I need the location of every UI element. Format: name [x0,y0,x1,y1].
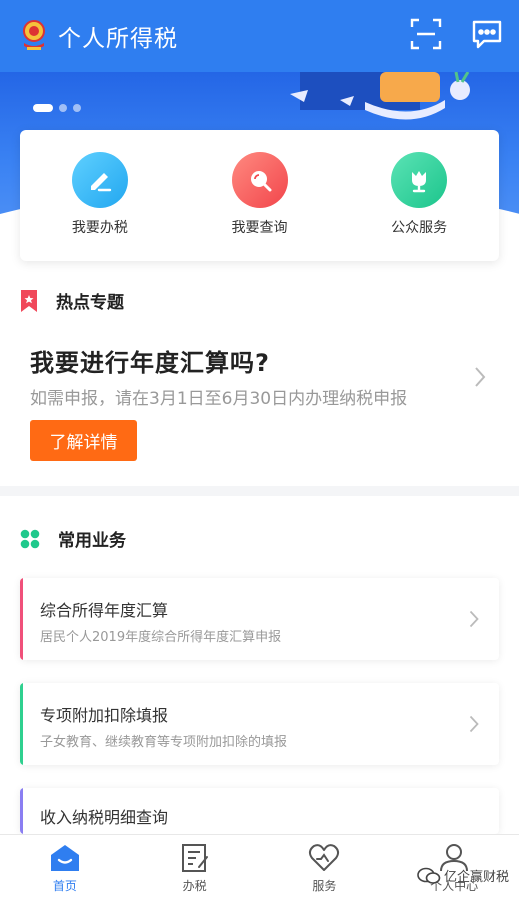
carousel-indicator[interactable] [33,104,81,112]
bookmark-icon [21,289,37,312]
quick-action-public-service[interactable]: 公众服务 [339,130,499,261]
service-card-title: 收入纳税明细查询 [40,808,169,827]
hot-topics-title: 热点专题 [56,293,124,313]
heart-icon [309,844,340,871]
wechat-icon [417,867,441,884]
hot-topic-subtitle: 如需申报，请在3月1日至6月30日内办理纳税申报 [30,389,408,409]
card-accent-bar [20,683,23,765]
service-card-income-query[interactable]: 收入纳税明细查询 [20,788,499,834]
app-title: 个人所得税 [58,26,178,52]
quick-actions-card: 我要办税 我要查询 公众服务 [20,130,499,261]
card-accent-bar [20,788,23,834]
clover-icon [20,529,40,548]
service-card-title: 专项附加扣除填报 [40,706,169,725]
scan-icon[interactable] [409,17,443,51]
nav-tax[interactable]: 办税 [130,835,260,900]
service-card-annual-settlement[interactable]: 综合所得年度汇算 居民个人2019年度综合所得年度汇算申报 [20,578,499,660]
quick-action-file-tax[interactable]: 我要办税 [20,130,180,261]
common-services-header: 常用业务 [20,526,126,551]
quick-action-label: 我要办税 [71,220,128,236]
service-card-special-deduction[interactable]: 专项附加扣除填报 子女教育、继续教育等专项附加扣除的填报 [20,683,499,765]
chevron-right-icon[interactable] [474,366,486,392]
card-accent-bar [20,578,23,660]
quick-action-label: 我要查询 [231,220,288,236]
search-icon [231,152,288,208]
carousel-dot[interactable] [73,104,81,112]
watermark: 亿企赢财税 [417,866,509,885]
nav-home[interactable]: 首页 [0,835,130,900]
nav-label: 办税 [182,879,207,893]
tax-emblem-logo [18,19,50,53]
hot-topics-header: 热点专题 [20,288,124,313]
banner-illustration [290,72,470,120]
watermark-text: 亿企赢财税 [444,870,510,885]
learn-more-button[interactable]: 了解详情 [30,420,137,461]
nav-label: 首页 [52,879,77,893]
chevron-right-icon [469,610,479,632]
hot-topic-headline[interactable]: 我要进行年度汇算吗? [30,343,270,378]
service-card-subtitle: 居民个人2019年度综合所得年度汇算申报 [40,630,282,645]
home-icon [50,845,79,871]
carousel-dot-active[interactable] [33,104,53,112]
quick-action-label: 公众服务 [391,220,448,236]
form-icon [181,844,208,872]
chevron-right-icon [469,715,479,737]
service-card-subtitle: 子女教育、继续教育等专项附加扣除的填报 [40,735,288,750]
message-icon[interactable] [470,17,504,51]
tulip-icon [391,152,448,208]
nav-service[interactable]: 服务 [260,835,390,900]
section-divider [0,486,519,496]
edit-icon [71,152,128,208]
app-header: 个人所得税 [0,0,519,72]
nav-label: 服务 [312,879,337,893]
service-card-title: 综合所得年度汇算 [40,601,169,620]
common-services-title: 常用业务 [58,531,126,551]
quick-action-query[interactable]: 我要查询 [180,130,340,261]
carousel-dot[interactable] [59,104,67,112]
